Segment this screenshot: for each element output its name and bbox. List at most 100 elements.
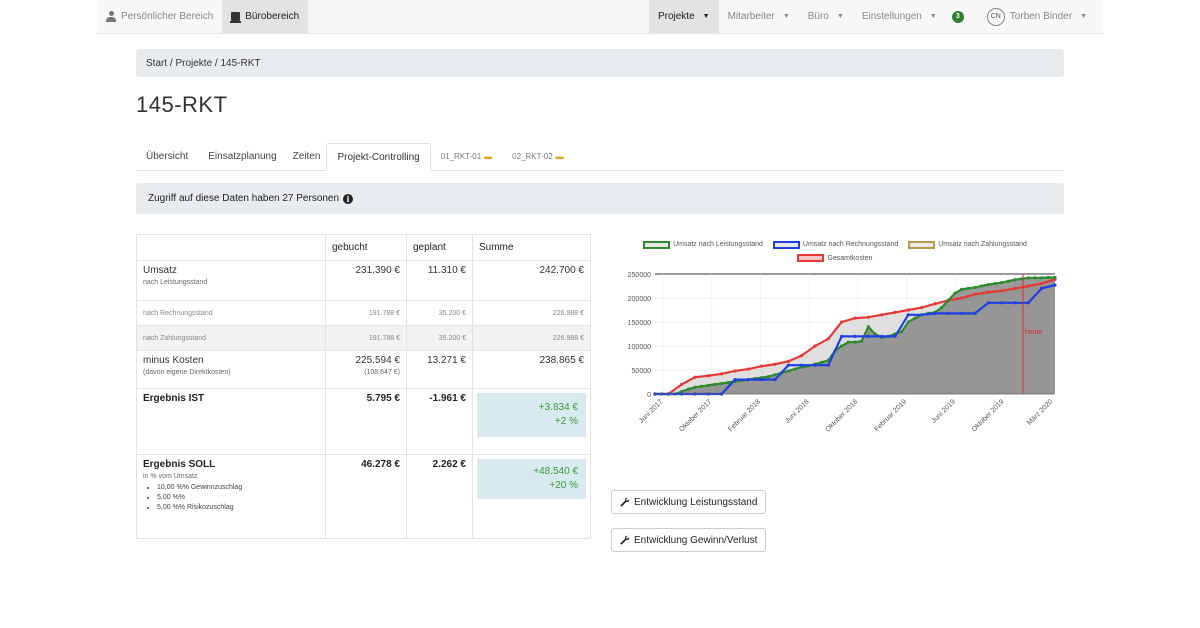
data-point: [1013, 286, 1017, 290]
today-label: heute: [1025, 329, 1043, 336]
data-point: [986, 282, 990, 287]
table-row-ergebnis-ist: Ergebnis IST 5.795 € -1.961 € +3.834 € +…: [136, 388, 591, 455]
access-info-text: Zugriff auf diese Daten haben 27 Persone…: [148, 193, 340, 204]
cell-planned: 35.200 €: [406, 300, 473, 326]
notification-badge: 3: [951, 10, 964, 23]
cell-booked: 46.278 €: [325, 454, 407, 539]
cell-label: nach Rechnungsstand: [136, 300, 326, 326]
warning-dot-icon: ▬: [555, 152, 564, 161]
wrench-icon: [620, 535, 630, 545]
data-point: [1026, 301, 1030, 305]
tab-subproject-02[interactable]: 02_RKT-02 ▬: [502, 143, 573, 170]
y-tick-label: 150000: [628, 320, 651, 327]
button-label: Entwicklung Gewinn/Verlust: [634, 534, 758, 546]
nav-projects-dropdown[interactable]: Projekte ▼: [648, 0, 719, 33]
cell-planned: 11.310 €: [406, 260, 473, 301]
data-point: [840, 320, 844, 324]
table-row-rechnung: nach Rechnungsstand 191.788 € 35.200 € 2…: [136, 300, 591, 326]
data-point: [973, 292, 977, 296]
data-point: [920, 306, 924, 310]
data-point: [706, 374, 710, 378]
controlling-table: gebucht geplant Summe Umsatz nach Leistun…: [136, 234, 591, 539]
cell-planned: -1.961 €: [406, 388, 473, 455]
table-row-ergebnis-soll: Ergebnis SOLL in % vom Umsatz 10,00 %% G…: [136, 454, 591, 539]
cell-sum: +3.834 € +2 %: [472, 388, 591, 455]
data-point: [813, 344, 817, 348]
breadcrumb-text[interactable]: Start / Projekte / 145-RKT: [146, 58, 261, 69]
header-booked: gebucht: [325, 234, 407, 261]
nav-office-dropdown[interactable]: Büro ▼: [799, 0, 853, 33]
warning-dot-icon: ▬: [484, 152, 493, 161]
nav-personal-area[interactable]: Persönlicher Bereich: [97, 0, 222, 33]
data-point: [1000, 281, 1004, 285]
data-point: [1040, 286, 1044, 290]
table-row-umsatz: Umsatz nach Leistungsstand 231.390 € 11.3…: [136, 260, 591, 301]
tab-project-controlling[interactable]: Projekt-Controlling: [326, 143, 431, 171]
profit-loss-development-button[interactable]: Entwicklung Gewinn/Verlust: [611, 528, 767, 552]
data-point: [993, 282, 997, 286]
nav-office-label: Bürobereich: [245, 11, 300, 22]
data-point: [1026, 276, 1030, 280]
data-point: [766, 375, 770, 379]
y-tick-label: 50000: [632, 368, 652, 375]
data-point: [880, 334, 884, 338]
leistungsstand-development-button[interactable]: Entwicklung Leistungsstand: [611, 490, 767, 514]
x-tick-label: März 2020: [1026, 398, 1054, 426]
data-point: [800, 354, 804, 358]
y-tick-label: 100000: [628, 344, 651, 351]
notifications-button[interactable]: 3: [946, 0, 978, 33]
data-point: [1006, 279, 1010, 283]
table-row-zahlung: nach Zahlungsstand 191.788 € 35.200 € 22…: [136, 325, 591, 351]
data-point: [960, 296, 964, 300]
data-point: [746, 367, 750, 371]
header-label: [136, 234, 326, 261]
data-point: [1026, 284, 1030, 288]
data-point: [686, 387, 690, 391]
nav-settings-dropdown[interactable]: Einstellungen ▼: [853, 0, 946, 33]
cell-sum: +48.540 € +20 %: [472, 454, 591, 539]
caret-down-icon: ▼: [702, 13, 710, 20]
data-point: [746, 378, 750, 382]
access-info-bar: Zugriff auf diese Daten haben 27 Persone…: [136, 183, 1064, 214]
data-point: [720, 381, 724, 386]
data-point: [893, 310, 897, 314]
data-point: [1046, 275, 1050, 280]
revenue-chart: Umsatz nach Leistungsstand Umsatz nach R…: [600, 234, 1065, 444]
tab-times[interactable]: Zeiten: [287, 143, 327, 170]
data-point: [826, 337, 830, 341]
project-tabs: Übersicht Einsatzplanung Zeiten Projekt-…: [136, 143, 1064, 171]
tab-subproject-01[interactable]: 01_RKT-01 ▬: [431, 143, 502, 170]
data-point: [733, 369, 737, 373]
tab-resource-planning[interactable]: Einsatzplanung: [198, 143, 286, 170]
data-point: [986, 290, 990, 294]
user-menu-dropdown[interactable]: CN Torben Binder ▼: [978, 0, 1103, 33]
cell-booked: 5.795 €: [325, 388, 407, 455]
office-icon: [230, 12, 242, 23]
data-point: [866, 325, 870, 329]
info-icon[interactable]: i: [343, 193, 354, 204]
cell-label: nach Zahlungsstand: [136, 325, 326, 351]
data-point: [846, 340, 850, 344]
cell-sum: 226.988 €: [472, 300, 591, 326]
result-soll-percent: +20 %: [549, 480, 578, 491]
row-label: Ergebnis SOLL: [143, 459, 216, 470]
data-point: [840, 334, 844, 338]
data-point: [893, 334, 897, 338]
data-point: [960, 287, 964, 291]
nav-personal-label: Persönlicher Bereich: [121, 11, 214, 22]
caret-down-icon: ▼: [836, 13, 844, 20]
data-point: [973, 311, 977, 315]
data-point: [700, 384, 704, 388]
y-tick-label: 0: [647, 392, 651, 399]
nav-office-area[interactable]: Bürobereich: [222, 0, 309, 33]
cell-planned: 13.271 €: [406, 350, 473, 389]
row-label: Umsatz: [143, 265, 177, 276]
data-point: [853, 316, 857, 320]
data-point: [1040, 276, 1044, 280]
data-point: [800, 363, 804, 367]
nav-employees-dropdown[interactable]: Mitarbeiter ▼: [719, 0, 799, 33]
cell-label: Umsatz nach Leistungsstand: [136, 260, 326, 301]
x-tick-label: Juni 2019: [930, 398, 956, 424]
data-point: [906, 308, 910, 312]
tab-overview[interactable]: Übersicht: [136, 143, 198, 170]
